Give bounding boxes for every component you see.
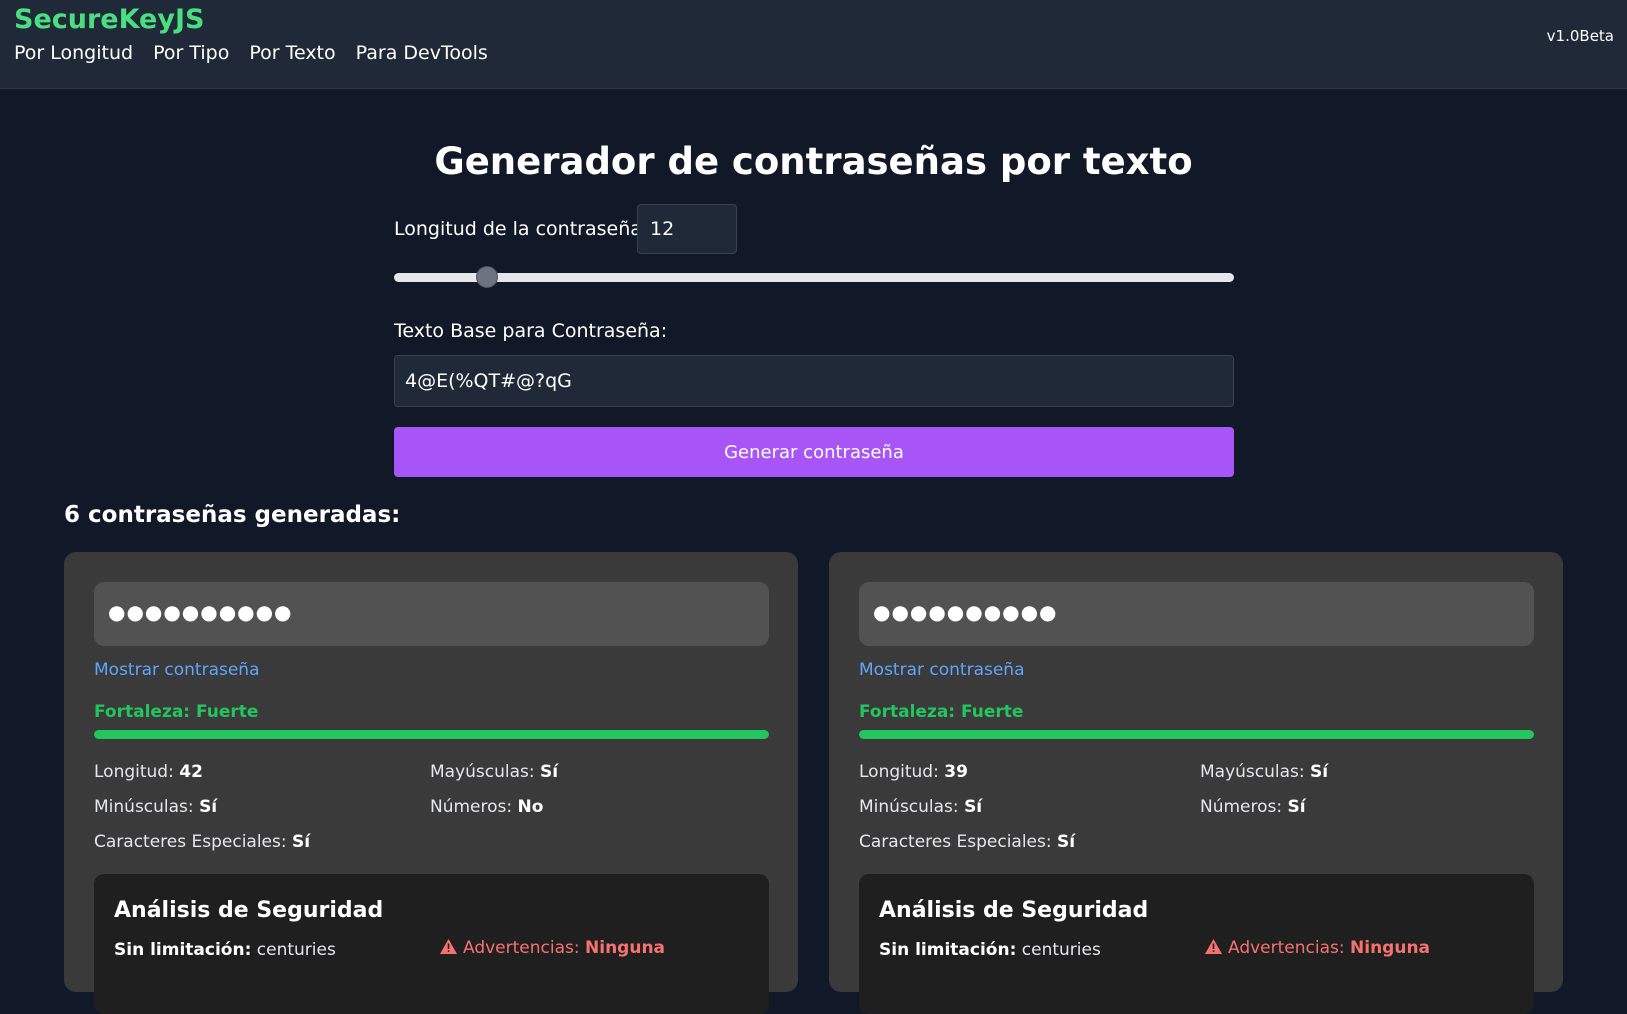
stat-uppercase: Mayúsculas: Sí — [1200, 762, 1329, 782]
show-password-link[interactable]: Mostrar contraseña — [859, 660, 1025, 680]
stat-lowercase: Minúsculas: Sí — [859, 797, 983, 817]
analysis-title: Análisis de Seguridad — [114, 898, 384, 923]
stat-numbers: Números: Sí — [1200, 797, 1306, 817]
stat-special: Caracteres Especiales: Sí — [859, 832, 1076, 852]
analysis-title: Análisis de Seguridad — [879, 898, 1149, 923]
strength-bar — [859, 730, 1534, 739]
base-text-input[interactable] — [394, 355, 1234, 407]
strength-bar-fill — [94, 730, 769, 739]
length-slider-thumb[interactable] — [476, 266, 499, 288]
password-card: ●●●●●●●●●● Mostrar contraseña Fortaleza:… — [64, 552, 798, 1014]
top-navbar: SecureKeyJS Por Longitud Por Tipo Por Te… — [0, 0, 1627, 89]
nav-por-tipo[interactable]: Por Tipo — [153, 42, 229, 64]
version-label: v1.0Beta — [1546, 27, 1614, 45]
password-display[interactable]: ●●●●●●●●●● — [859, 582, 1534, 646]
results-title: 6 contraseñas generadas: — [64, 502, 401, 528]
base-text-label: Texto Base para Contraseña: — [394, 320, 668, 342]
strength-label: Fortaleza: Fuerte — [859, 702, 1024, 722]
length-label: Longitud de la contraseña: — [394, 218, 649, 240]
strength-label: Fortaleza: Fuerte — [94, 702, 259, 722]
length-input[interactable] — [637, 204, 737, 254]
brand-logo[interactable]: SecureKeyJS — [14, 4, 204, 35]
nav-para-devtools[interactable]: Para DevTools — [356, 42, 488, 64]
nav-por-longitud[interactable]: Por Longitud — [14, 42, 133, 64]
masked-password: ●●●●●●●●●● — [873, 600, 1058, 624]
warning-triangle-icon — [1205, 939, 1222, 959]
warnings: Advertencias: Ninguna — [1205, 938, 1430, 959]
warning-triangle-icon — [440, 939, 457, 959]
unlimited-crack-time: Sin limitación: centuries — [879, 940, 1101, 960]
main-nav: Por Longitud Por Tipo Por Texto Para Dev… — [14, 42, 488, 64]
stat-special: Caracteres Especiales: Sí — [94, 832, 311, 852]
stat-uppercase: Mayúsculas: Sí — [430, 762, 559, 782]
length-slider[interactable] — [394, 273, 1234, 282]
strength-bar-fill — [859, 730, 1534, 739]
generate-button[interactable]: Generar contraseña — [394, 427, 1234, 477]
show-password-link[interactable]: Mostrar contraseña — [94, 660, 260, 680]
password-display[interactable]: ●●●●●●●●●● — [94, 582, 769, 646]
stat-lowercase: Minúsculas: Sí — [94, 797, 218, 817]
strength-bar — [94, 730, 769, 739]
security-analysis: Análisis de Seguridad Sin limitación: ce… — [94, 874, 769, 1014]
stat-length: Longitud: 39 — [859, 762, 968, 782]
stat-length: Longitud: 42 — [94, 762, 203, 782]
warnings: Advertencias: Ninguna — [440, 938, 665, 959]
nav-por-texto[interactable]: Por Texto — [249, 42, 335, 64]
unlimited-crack-time: Sin limitación: centuries — [114, 940, 336, 960]
password-card: ●●●●●●●●●● Mostrar contraseña Fortaleza:… — [829, 552, 1563, 1014]
masked-password: ●●●●●●●●●● — [108, 600, 293, 624]
security-analysis: Análisis de Seguridad Sin limitación: ce… — [859, 874, 1534, 1014]
stat-numbers: Números: No — [430, 797, 544, 817]
page-title: Generador de contraseñas por texto — [434, 140, 1193, 183]
